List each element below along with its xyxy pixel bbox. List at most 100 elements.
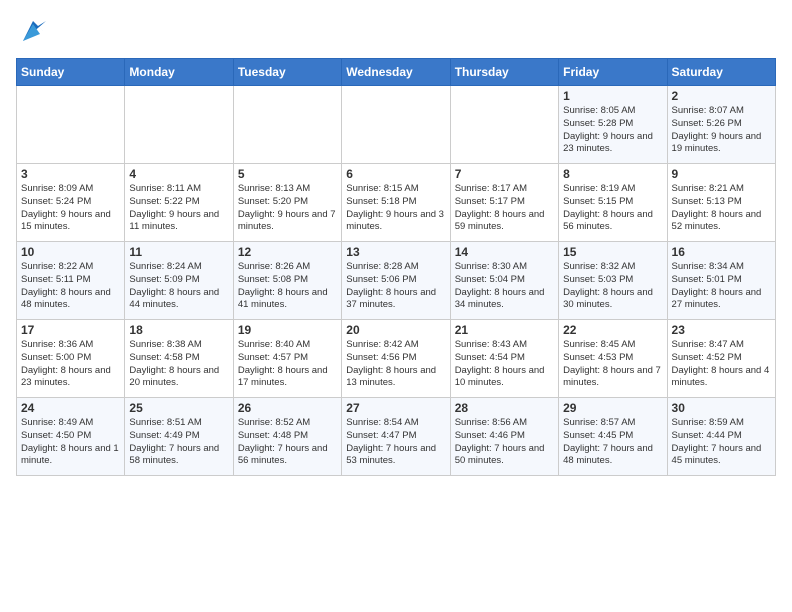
day-number: 12 bbox=[238, 245, 337, 259]
day-number: 16 bbox=[672, 245, 771, 259]
calendar-cell: 2 Sunrise: 8:07 AMSunset: 5:26 PMDaylight… bbox=[667, 86, 775, 164]
cell-info: Sunrise: 8:07 AMSunset: 5:26 PMDaylight:… bbox=[672, 105, 771, 156]
day-number: 3 bbox=[21, 167, 120, 181]
header bbox=[16, 16, 776, 46]
day-number: 8 bbox=[563, 167, 662, 181]
cell-info: Sunrise: 8:34 AMSunset: 5:01 PMDaylight:… bbox=[672, 261, 771, 312]
day-number: 27 bbox=[346, 401, 445, 415]
day-number: 23 bbox=[672, 323, 771, 337]
day-number: 14 bbox=[455, 245, 554, 259]
calendar-cell: 5 Sunrise: 8:13 AMSunset: 5:20 PMDaylight… bbox=[233, 164, 341, 242]
cell-info: Sunrise: 8:05 AMSunset: 5:28 PMDaylight:… bbox=[563, 105, 662, 156]
cell-info: Sunrise: 8:21 AMSunset: 5:13 PMDaylight:… bbox=[672, 183, 771, 234]
day-number: 20 bbox=[346, 323, 445, 337]
day-number: 18 bbox=[129, 323, 228, 337]
cell-info: Sunrise: 8:28 AMSunset: 5:06 PMDaylight:… bbox=[346, 261, 445, 312]
calendar-body: 1Sunrise: 8:05 AMSunset: 5:28 PMDaylight… bbox=[17, 86, 776, 476]
calendar-cell: 4 Sunrise: 8:11 AMSunset: 5:22 PMDaylight… bbox=[125, 164, 233, 242]
calendar-cell: 10 Sunrise: 8:22 AMSunset: 5:11 PMDayligh… bbox=[17, 242, 125, 320]
cell-info: Sunrise: 8:36 AMSunset: 5:00 PMDaylight:… bbox=[21, 339, 120, 390]
calendar-cell: 13Sunrise: 8:28 AMSunset: 5:06 PMDayligh… bbox=[342, 242, 450, 320]
day-of-week-wednesday: Wednesday bbox=[342, 59, 450, 86]
calendar-cell: 30Sunrise: 8:59 AMSunset: 4:44 PMDayligh… bbox=[667, 398, 775, 476]
calendar-cell: 21 Sunrise: 8:43 AMSunset: 4:54 PMDayligh… bbox=[450, 320, 558, 398]
calendar-cell bbox=[342, 86, 450, 164]
day-of-week-thursday: Thursday bbox=[450, 59, 558, 86]
day-number: 22 bbox=[563, 323, 662, 337]
calendar-cell bbox=[125, 86, 233, 164]
calendar-cell: 17 Sunrise: 8:36 AMSunset: 5:00 PMDayligh… bbox=[17, 320, 125, 398]
calendar-cell: 27 Sunrise: 8:54 AMSunset: 4:47 PMDayligh… bbox=[342, 398, 450, 476]
calendar-cell: 11Sunrise: 8:24 AMSunset: 5:09 PMDayligh… bbox=[125, 242, 233, 320]
days-of-week-row: SundayMondayTuesdayWednesdayThursdayFrid… bbox=[17, 59, 776, 86]
calendar-cell: 16 Sunrise: 8:34 AMSunset: 5:01 PMDayligh… bbox=[667, 242, 775, 320]
day-number: 17 bbox=[21, 323, 120, 337]
cell-info: Sunrise: 8:45 AMSunset: 4:53 PMDaylight:… bbox=[563, 339, 662, 390]
day-number: 2 bbox=[672, 89, 771, 103]
cell-info: Sunrise: 8:22 AMSunset: 5:11 PMDaylight:… bbox=[21, 261, 120, 312]
cell-info: Sunrise: 8:40 AMSunset: 4:57 PMDaylight:… bbox=[238, 339, 337, 390]
day-number: 4 bbox=[129, 167, 228, 181]
cell-info: Sunrise: 8:43 AMSunset: 4:54 PMDaylight:… bbox=[455, 339, 554, 390]
cell-info: Sunrise: 8:54 AMSunset: 4:47 PMDaylight:… bbox=[346, 417, 445, 468]
day-number: 11 bbox=[129, 245, 228, 259]
day-number: 29 bbox=[563, 401, 662, 415]
calendar-cell: 9 Sunrise: 8:21 AMSunset: 5:13 PMDaylight… bbox=[667, 164, 775, 242]
cell-info: Sunrise: 8:15 AMSunset: 5:18 PMDaylight:… bbox=[346, 183, 445, 234]
day-number: 7 bbox=[455, 167, 554, 181]
cell-info: Sunrise: 8:32 AMSunset: 5:03 PMDaylight:… bbox=[563, 261, 662, 312]
day-number: 15 bbox=[563, 245, 662, 259]
day-of-week-saturday: Saturday bbox=[667, 59, 775, 86]
cell-info: Sunrise: 8:47 AMSunset: 4:52 PMDaylight:… bbox=[672, 339, 771, 390]
calendar-cell: 12 Sunrise: 8:26 AMSunset: 5:08 PMDayligh… bbox=[233, 242, 341, 320]
cell-info: Sunrise: 8:13 AMSunset: 5:20 PMDaylight:… bbox=[238, 183, 337, 234]
calendar-cell: 19 Sunrise: 8:40 AMSunset: 4:57 PMDayligh… bbox=[233, 320, 341, 398]
cell-info: Sunrise: 8:11 AMSunset: 5:22 PMDaylight:… bbox=[129, 183, 228, 234]
day-number: 21 bbox=[455, 323, 554, 337]
cell-info: Sunrise: 8:42 AMSunset: 4:56 PMDaylight:… bbox=[346, 339, 445, 390]
day-number: 9 bbox=[672, 167, 771, 181]
calendar-header: SundayMondayTuesdayWednesdayThursdayFrid… bbox=[17, 59, 776, 86]
calendar-cell: 22 Sunrise: 8:45 AMSunset: 4:53 PMDayligh… bbox=[559, 320, 667, 398]
calendar-cell: 24Sunrise: 8:49 AMSunset: 4:50 PMDayligh… bbox=[17, 398, 125, 476]
cell-info: Sunrise: 8:26 AMSunset: 5:08 PMDaylight:… bbox=[238, 261, 337, 312]
day-number: 24 bbox=[21, 401, 120, 415]
cell-info: Sunrise: 8:30 AMSunset: 5:04 PMDaylight:… bbox=[455, 261, 554, 312]
main-container: SundayMondayTuesdayWednesdayThursdayFrid… bbox=[0, 0, 792, 484]
calendar-week-1: 1Sunrise: 8:05 AMSunset: 5:28 PMDaylight… bbox=[17, 86, 776, 164]
calendar-cell: 6 Sunrise: 8:15 AMSunset: 5:18 PMDaylight… bbox=[342, 164, 450, 242]
calendar-cell: 3Sunrise: 8:09 AMSunset: 5:24 PMDaylight… bbox=[17, 164, 125, 242]
calendar-cell: 1Sunrise: 8:05 AMSunset: 5:28 PMDaylight… bbox=[559, 86, 667, 164]
calendar-cell: 23 Sunrise: 8:47 AMSunset: 4:52 PMDayligh… bbox=[667, 320, 775, 398]
cell-info: Sunrise: 8:17 AMSunset: 5:17 PMDaylight:… bbox=[455, 183, 554, 234]
logo-icon bbox=[18, 16, 48, 46]
day-number: 26 bbox=[238, 401, 337, 415]
cell-info: Sunrise: 8:59 AMSunset: 4:44 PMDaylight:… bbox=[672, 417, 771, 468]
day-of-week-monday: Monday bbox=[125, 59, 233, 86]
cell-info: Sunrise: 8:52 AMSunset: 4:48 PMDaylight:… bbox=[238, 417, 337, 468]
cell-info: Sunrise: 8:38 AMSunset: 4:58 PMDaylight:… bbox=[129, 339, 228, 390]
day-number: 5 bbox=[238, 167, 337, 181]
calendar-cell bbox=[17, 86, 125, 164]
cell-info: Sunrise: 8:56 AMSunset: 4:46 PMDaylight:… bbox=[455, 417, 554, 468]
calendar-cell: 20 Sunrise: 8:42 AMSunset: 4:56 PMDayligh… bbox=[342, 320, 450, 398]
calendar-cell bbox=[233, 86, 341, 164]
day-number: 25 bbox=[129, 401, 228, 415]
day-number: 10 bbox=[21, 245, 120, 259]
calendar-cell: 8Sunrise: 8:19 AMSunset: 5:15 PMDaylight… bbox=[559, 164, 667, 242]
day-of-week-sunday: Sunday bbox=[17, 59, 125, 86]
day-of-week-tuesday: Tuesday bbox=[233, 59, 341, 86]
calendar-cell: 28 Sunrise: 8:56 AMSunset: 4:46 PMDayligh… bbox=[450, 398, 558, 476]
calendar-cell: 25 Sunrise: 8:51 AMSunset: 4:49 PMDayligh… bbox=[125, 398, 233, 476]
calendar-cell: 7 Sunrise: 8:17 AMSunset: 5:17 PMDaylight… bbox=[450, 164, 558, 242]
cell-info: Sunrise: 8:51 AMSunset: 4:49 PMDaylight:… bbox=[129, 417, 228, 468]
day-number: 6 bbox=[346, 167, 445, 181]
calendar-table: SundayMondayTuesdayWednesdayThursdayFrid… bbox=[16, 58, 776, 476]
calendar-cell: 14 Sunrise: 8:30 AMSunset: 5:04 PMDayligh… bbox=[450, 242, 558, 320]
day-number: 19 bbox=[238, 323, 337, 337]
cell-info: Sunrise: 8:57 AMSunset: 4:45 PMDaylight:… bbox=[563, 417, 662, 468]
logo bbox=[16, 16, 48, 46]
day-number: 28 bbox=[455, 401, 554, 415]
calendar-cell: 29 Sunrise: 8:57 AMSunset: 4:45 PMDayligh… bbox=[559, 398, 667, 476]
calendar-week-4: 17 Sunrise: 8:36 AMSunset: 5:00 PMDayligh… bbox=[17, 320, 776, 398]
